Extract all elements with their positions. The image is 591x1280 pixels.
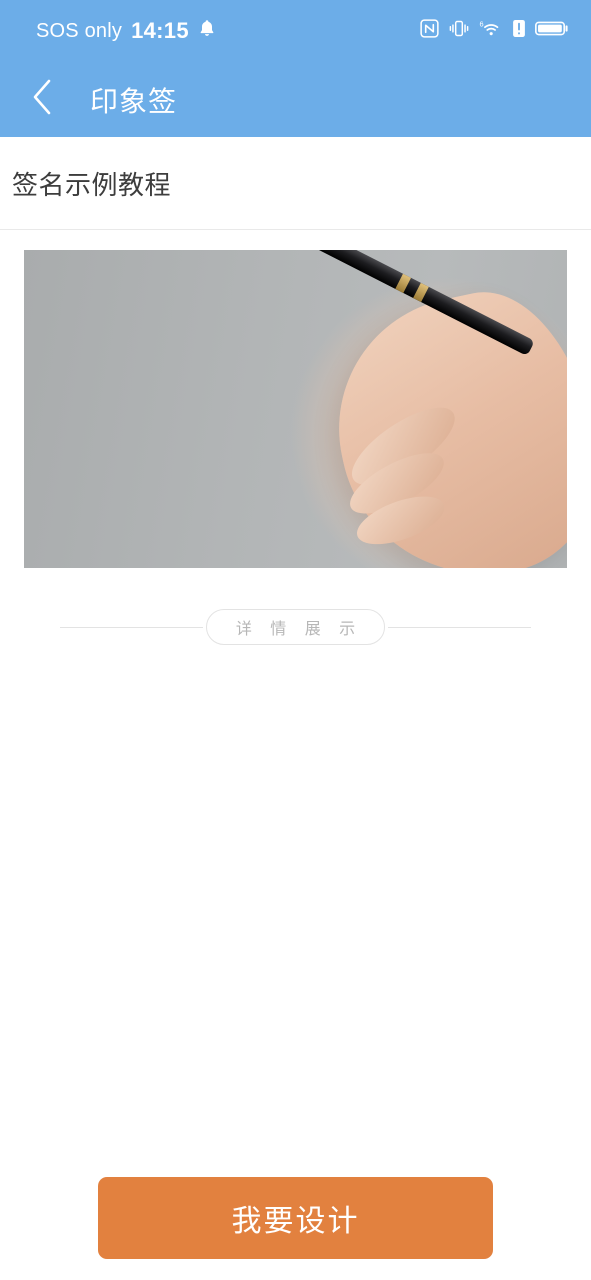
pen-band (395, 273, 412, 293)
feature-block-consise: CONSISE 简约 对于简约，每个人都有自己的定义。 简洁与明了之间， 签名也… (0, 660, 591, 960)
design-button[interactable]: 我要设计 (98, 1176, 493, 1259)
status-bar-right: 6 (420, 19, 569, 43)
page-title: 印象签 (90, 85, 178, 117)
battery-icon (535, 19, 569, 43)
divider-line-right (388, 626, 532, 628)
wifi-6-icon: 6 (479, 19, 503, 43)
bell-icon (198, 19, 216, 43)
pen-band (413, 282, 429, 303)
vibrate-icon (448, 19, 470, 43)
carrier-label: SOS only (36, 19, 123, 42)
app-bar: 印象签 (0, 62, 591, 137)
app-root: SOS only 14:15 6 印象签 签名示例教程 详 情 展 示 我要设计 (0, 0, 591, 1280)
nfc-icon (420, 19, 439, 43)
alert-icon (512, 19, 526, 43)
details-divider: 详 情 展 示 (0, 607, 591, 647)
bottom-action-bar: 我要设计 (0, 1155, 591, 1280)
clock-label: 14:15 (131, 18, 189, 43)
status-bar: SOS only 14:15 6 (0, 0, 591, 62)
status-bar-left: SOS only 14:15 (36, 18, 216, 44)
divider-label: 详 情 展 示 (205, 609, 386, 645)
back-button[interactable] (22, 78, 62, 121)
back-chevron-icon (31, 78, 53, 121)
svg-text:6: 6 (479, 20, 483, 29)
video-thumbnail[interactable] (24, 250, 567, 568)
feature-block-grace: GRACE 优雅 时代的竞争， 永远是那么…… 纵然我一无所有， (0, 975, 591, 1185)
divider-line-left (59, 626, 203, 628)
section-title: 签名示例教程 (12, 169, 172, 200)
section-header: 签名示例教程 (0, 137, 591, 230)
